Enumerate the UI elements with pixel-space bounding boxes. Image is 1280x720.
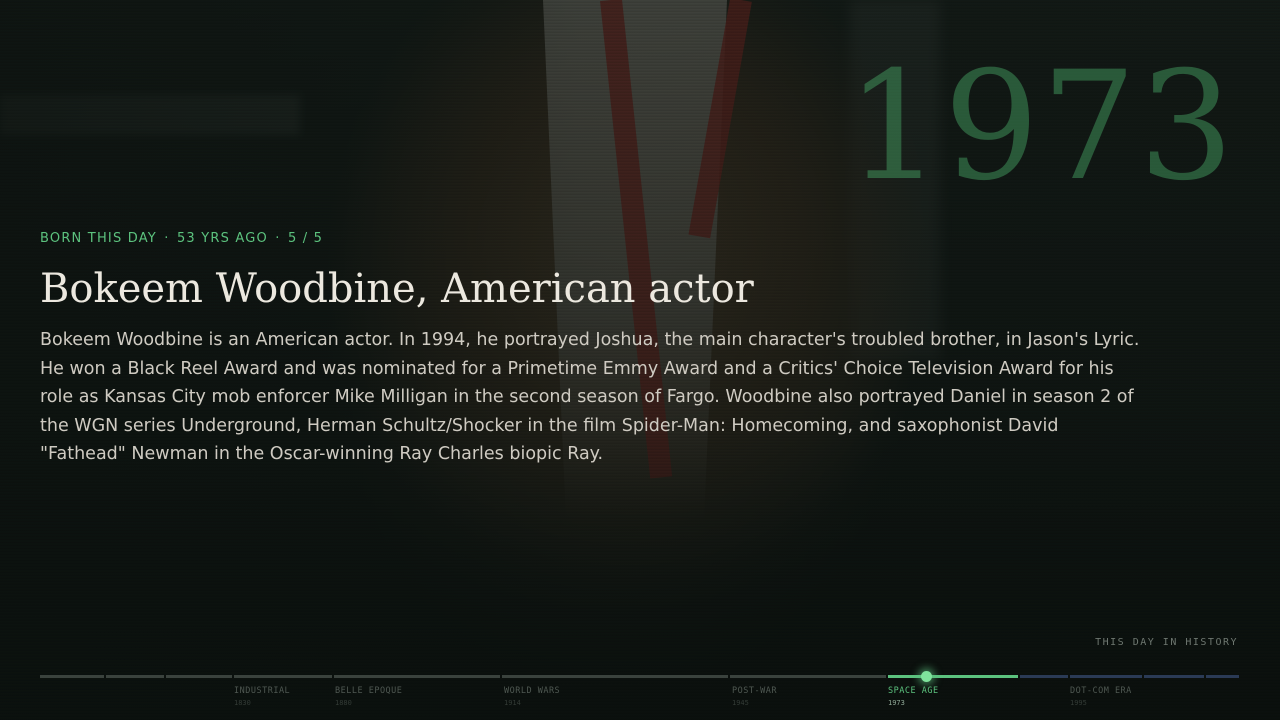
timeline-segment[interactable]: [1070, 675, 1142, 678]
timeline-segment[interactable]: [502, 675, 728, 678]
era-label-industrial[interactable]: INDUSTRIAL 1830: [234, 685, 290, 709]
era-year: 1914: [504, 699, 521, 707]
timeline-segment[interactable]: [40, 675, 104, 678]
timeline-segment[interactable]: [334, 675, 500, 678]
era-label-post-war[interactable]: POST-WAR 1945: [732, 685, 777, 709]
era-name: BELLE EPOQUE: [335, 686, 403, 696]
era-name: POST-WAR: [732, 686, 777, 696]
story-title: Bokeem Woodbine, American actor: [40, 266, 754, 312]
era-label-space-age[interactable]: SPACE AGE 1973: [888, 685, 939, 709]
year-watermark: 1973: [846, 40, 1236, 214]
timeline-segment[interactable]: [1144, 675, 1204, 678]
era-year: 1880: [335, 699, 352, 707]
era-current-year: 1973: [888, 699, 905, 707]
story-kicker: BORN THIS DAY · 53 YRS AGO · 5 / 5: [40, 231, 324, 246]
era-name: SPACE AGE: [888, 686, 939, 696]
era-name: WORLD WARS: [504, 686, 561, 696]
timeline-segment[interactable]: [1206, 675, 1239, 678]
era-year: 1995: [1070, 699, 1087, 707]
era-label-belle-epoque[interactable]: BELLE EPOQUE 1880: [335, 685, 402, 709]
era-name: INDUSTRIAL: [234, 686, 291, 696]
era-label-world-wars[interactable]: WORLD WARS 1914: [504, 685, 560, 709]
timeline-segment[interactable]: [730, 675, 886, 678]
timeline-segment[interactable]: [166, 675, 232, 678]
history-slide: 1973 BORN THIS DAY · 53 YRS AGO · 5 / 5 …: [0, 0, 1280, 720]
timeline-segment[interactable]: [234, 675, 332, 678]
timeline-segment[interactable]: [1020, 675, 1068, 678]
era-label-dot-com[interactable]: DOT-COM ERA 1995: [1070, 685, 1132, 709]
era-year: 1945: [732, 699, 749, 707]
kicker-age: 53 YRS AGO: [176, 231, 268, 246]
kicker-position: 5 / 5: [287, 231, 324, 246]
era-name: DOT-COM ERA: [1070, 686, 1132, 696]
timeline-current-marker[interactable]: [921, 671, 932, 682]
brand-label: THIS DAY IN HISTORY: [1095, 637, 1238, 648]
kicker-category: BORN THIS DAY: [40, 231, 157, 246]
era-year: 1830: [234, 699, 251, 707]
timeline-track[interactable]: [40, 671, 1239, 682]
timeline-segment[interactable]: [106, 675, 164, 678]
era-timeline[interactable]: INDUSTRIAL 1830 BELLE EPOQUE 1880 WORLD …: [40, 671, 1239, 714]
story-summary: Bokeem Woodbine is an American actor. In…: [40, 330, 1140, 464]
timeline-segment-active[interactable]: [888, 675, 1018, 678]
